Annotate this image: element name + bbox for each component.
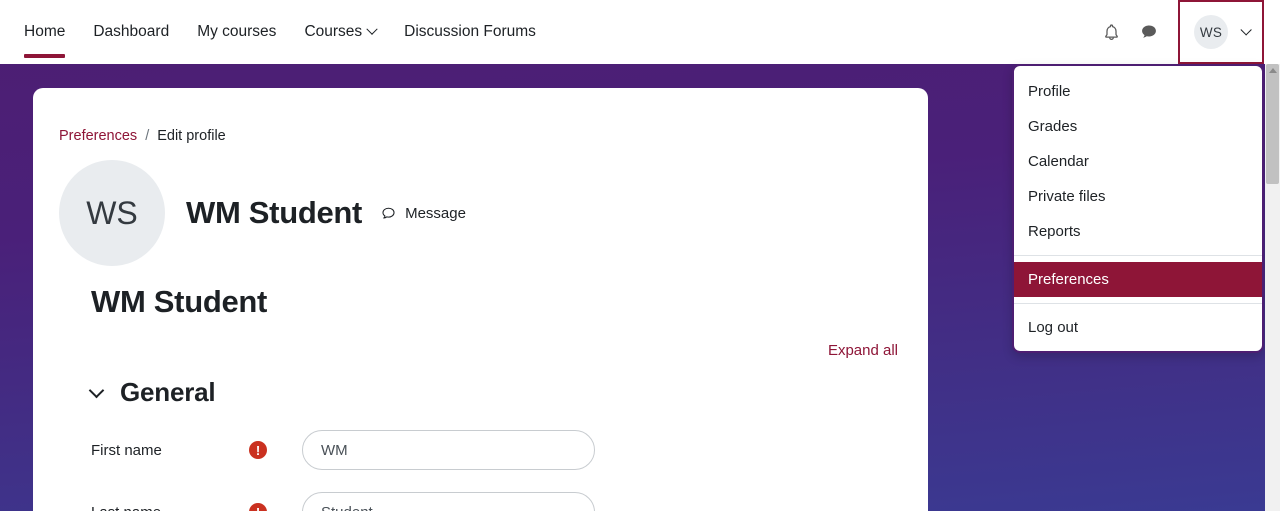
nav-item-discussion-forums-label: Discussion Forums: [404, 23, 536, 40]
dropdown-item-log-out[interactable]: Log out: [1014, 310, 1262, 345]
avatar-initials: WS: [1199, 24, 1223, 40]
last-name-label: Last name: [91, 504, 249, 511]
chevron-down-icon: [366, 23, 378, 35]
breadcrumb-separator: /: [145, 128, 150, 144]
dropdown-divider: [1014, 255, 1262, 256]
dropdown-item-log-out-label: Log out: [1028, 319, 1079, 336]
breadcrumb: Preferences / Edit profile: [33, 88, 928, 144]
dropdown-item-grades[interactable]: Grades: [1014, 109, 1262, 144]
speech-bubble-outline-icon: [382, 207, 395, 219]
bell-icon: [1104, 23, 1118, 40]
profile-display-name: WM Student: [186, 195, 363, 230]
profile-avatar-initials: WS: [86, 194, 138, 231]
form-row-first-name: First name !: [33, 430, 928, 470]
dropdown-item-private-files[interactable]: Private files: [1014, 179, 1262, 214]
message-button-label: Message: [405, 204, 466, 222]
dropdown-item-profile-label: Profile: [1028, 83, 1071, 100]
scroll-up-arrow-icon: [1269, 68, 1277, 73]
dropdown-item-calendar[interactable]: Calendar: [1014, 144, 1262, 179]
nav-item-dashboard[interactable]: Dashboard: [93, 0, 169, 64]
avatar: WS: [1194, 15, 1228, 49]
breadcrumb-link-preferences[interactable]: Preferences: [59, 128, 137, 144]
user-dropdown-menu: Profile Grades Calendar Private files Re…: [1012, 64, 1264, 353]
first-name-label: First name: [91, 441, 162, 459]
page-scrollbar[interactable]: [1265, 64, 1280, 511]
profile-avatar[interactable]: WS: [59, 160, 165, 266]
chevron-down-icon: [1240, 24, 1252, 36]
section-title-general: General: [120, 377, 216, 407]
notifications-button[interactable]: [1094, 15, 1128, 49]
nav-item-home-label: Home: [24, 23, 66, 40]
top-navigation-bar: Home Dashboard My courses Courses Discus…: [0, 0, 1280, 64]
dropdown-item-calendar-label: Calendar: [1028, 153, 1089, 170]
required-icon: !: [249, 441, 267, 459]
chevron-down-icon: [88, 382, 105, 399]
nav-item-courses[interactable]: Courses: [304, 0, 378, 64]
dropdown-item-preferences-label: Preferences: [1028, 271, 1109, 288]
dropdown-item-grades-label: Grades: [1028, 118, 1078, 135]
profile-name-row: WM Student Message: [186, 195, 466, 231]
nav-item-home[interactable]: Home: [24, 0, 66, 64]
dropdown-item-reports[interactable]: Reports: [1014, 214, 1262, 249]
navbar-actions: WS: [1094, 0, 1280, 64]
dropdown-item-private-files-label: Private files: [1028, 188, 1106, 205]
dropdown-item-reports-label: Reports: [1028, 223, 1081, 240]
messages-button[interactable]: [1132, 15, 1166, 49]
last-name-input[interactable]: [302, 492, 595, 511]
main-content-card: Preferences / Edit profile WS WM Student…: [33, 88, 928, 511]
page-scrollbar-thumb[interactable]: [1266, 64, 1279, 184]
user-menu-button[interactable]: WS: [1178, 0, 1264, 64]
dropdown-item-profile[interactable]: Profile: [1014, 74, 1262, 109]
first-name-input[interactable]: [302, 430, 595, 470]
nav-item-courses-label: Courses: [304, 23, 363, 40]
nav-item-my-courses[interactable]: My courses: [197, 0, 276, 64]
expand-all-row: Expand all: [33, 320, 928, 359]
nav-item-my-courses-label: My courses: [197, 23, 277, 40]
speech-bubble-icon: [1142, 25, 1156, 38]
dropdown-item-preferences[interactable]: Preferences: [1014, 262, 1262, 297]
nav-item-discussion-forums[interactable]: Discussion Forums: [404, 0, 536, 64]
message-button[interactable]: Message: [380, 205, 466, 222]
expand-all-link[interactable]: Expand all: [828, 342, 898, 359]
primary-nav: Home Dashboard My courses Courses Discus…: [0, 0, 564, 64]
nav-item-dashboard-label: Dashboard: [93, 23, 170, 40]
required-icon: !: [249, 503, 267, 511]
page-root: Home Dashboard My courses Courses Discus…: [0, 0, 1280, 511]
page-title: WM Student: [91, 284, 268, 319]
breadcrumb-current: Edit profile: [157, 128, 226, 144]
section-header-general[interactable]: General: [33, 359, 928, 408]
dropdown-divider: [1014, 303, 1262, 304]
profile-header: WS WM Student Message: [33, 144, 928, 266]
form-row-last-name: Last name !: [33, 492, 928, 511]
